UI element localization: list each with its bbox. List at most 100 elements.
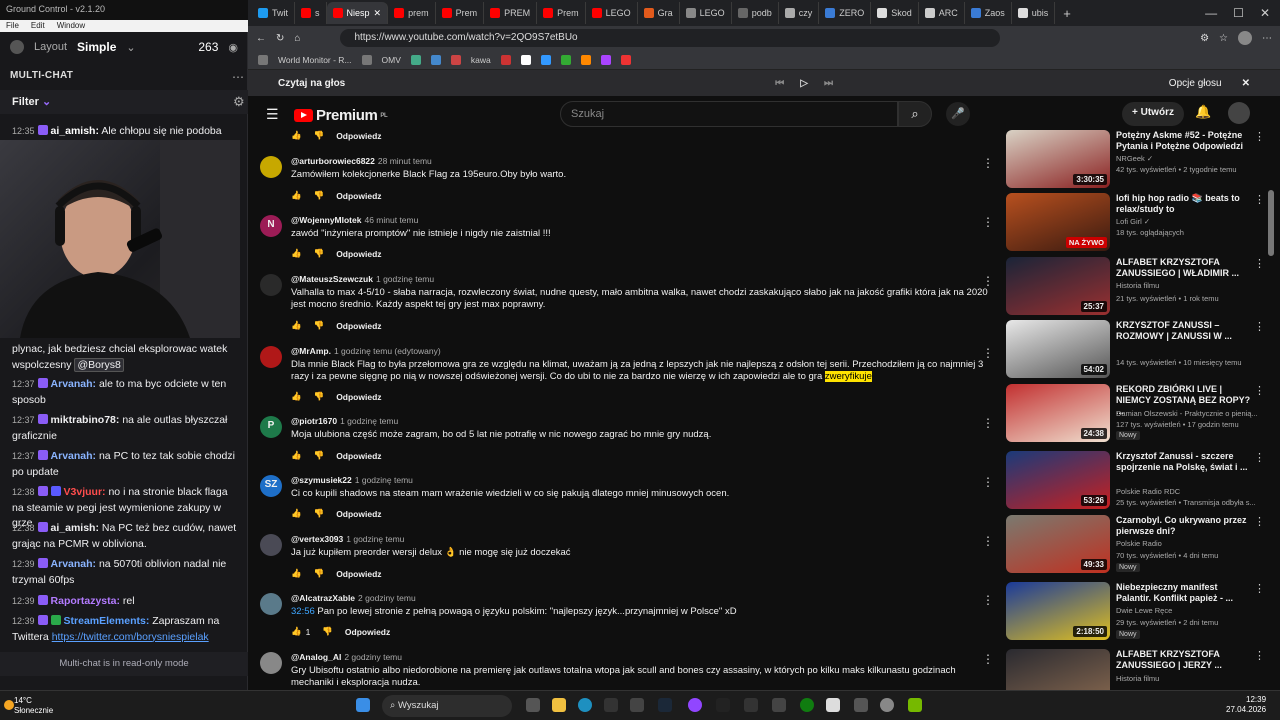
close-window-icon[interactable]: ✕ xyxy=(1260,6,1270,20)
reply-button[interactable]: Odpowiedz xyxy=(345,627,390,637)
close-icon[interactable]: ✕ xyxy=(1242,78,1250,89)
extensions-icon[interactable]: ⚙ xyxy=(1200,33,1209,44)
create-button[interactable]: + Utwórz xyxy=(1122,102,1184,126)
video-title[interactable]: Niebezpieczny manifest Palantir. Konflik… xyxy=(1116,582,1252,604)
video-thumbnail[interactable]: 2:18:50 xyxy=(1006,582,1110,640)
video-thumbnail[interactable]: 49:33 xyxy=(1006,515,1110,573)
related-video[interactable]: NA ŻYWO lofi hip hop radio 📚 beats to re… xyxy=(1006,193,1276,257)
tab[interactable]: prem xyxy=(388,2,436,24)
scrollbar[interactable] xyxy=(1268,190,1274,256)
avatar[interactable] xyxy=(260,534,282,556)
twitch-icon[interactable] xyxy=(688,698,702,712)
bookmark-icon[interactable] xyxy=(600,54,611,65)
dislike-icon[interactable]: 👎 xyxy=(314,508,325,519)
like-icon[interactable]: 👍 xyxy=(291,130,302,141)
bookmark-icon[interactable] xyxy=(540,54,551,65)
dislike-icon[interactable]: 👎 xyxy=(314,190,325,201)
tab[interactable]: Prem xyxy=(537,2,586,24)
tab[interactable]: podb xyxy=(732,2,779,24)
reload-icon[interactable]: ↻ xyxy=(276,33,284,44)
avatar[interactable] xyxy=(260,156,282,178)
comment-author[interactable]: @AlcatrazXable xyxy=(291,593,355,603)
bookmark-world-monitor[interactable]: World Monitor - R... xyxy=(278,55,352,65)
comment-author[interactable]: @Analog_AI xyxy=(291,652,341,662)
channel-name[interactable]: Damian Olszewski - Praktycznie o pienią.… xyxy=(1116,409,1258,418)
more-options-icon[interactable]: ⋯ xyxy=(232,70,244,84)
reply-button[interactable]: Odpowiedz xyxy=(336,191,381,201)
tab[interactable]: Twit xyxy=(252,2,296,24)
tab[interactable]: Skod xyxy=(871,2,919,24)
dislike-icon[interactable]: 👎 xyxy=(314,450,325,461)
video-title[interactable]: ALFABET KRZYSZTOFA ZANUSSIEGO | JERZY ..… xyxy=(1116,649,1252,671)
dislike-icon[interactable]: 👎 xyxy=(314,391,325,402)
related-video[interactable]: 54:02 KRZYSZTOF ZANUSSI – ROZMOWY | ZANU… xyxy=(1006,320,1276,384)
dislike-icon[interactable]: 👎 xyxy=(314,130,325,141)
comment-author[interactable]: @arturborowiec6822 xyxy=(291,156,375,166)
more-icon[interactable]: ⋮ xyxy=(982,475,994,489)
app-icon[interactable] xyxy=(854,698,868,712)
video-thumbnail[interactable]: 24:38 xyxy=(1006,384,1110,442)
avatar[interactable]: P xyxy=(260,416,282,438)
voice-options-button[interactable]: Opcje głosu xyxy=(1169,78,1222,89)
channel-name[interactable]: Polskie Radio RDC xyxy=(1116,487,1180,496)
channel-name[interactable]: Polskie Radio xyxy=(1116,539,1162,548)
bookmark-kawa[interactable]: kawa xyxy=(471,55,491,65)
dislike-icon[interactable]: 👎 xyxy=(322,626,333,637)
taskbar-search[interactable]: ⌕ Wyszukaj xyxy=(382,695,512,717)
mention-tag[interactable]: @Borys8 xyxy=(74,357,124,372)
more-icon[interactable]: ⋮ xyxy=(982,346,994,360)
related-video[interactable]: 2:18:50 Niebezpieczny manifest Palantir.… xyxy=(1006,582,1276,646)
minimize-icon[interactable]: — xyxy=(1205,6,1217,20)
avatar[interactable] xyxy=(1228,102,1250,124)
like-icon[interactable]: 👍 xyxy=(291,320,302,331)
prev-icon[interactable]: ⏮ xyxy=(775,78,784,89)
reply-button[interactable]: Odpowiedz xyxy=(336,249,381,259)
bookmark-icon[interactable] xyxy=(520,54,531,65)
more-icon[interactable]: ⋮ xyxy=(982,215,994,229)
like-icon[interactable]: 👍 xyxy=(291,626,302,637)
app-icon[interactable] xyxy=(880,698,894,712)
related-video[interactable]: 53:26 Krzysztof Zanussi - szczere spojrz… xyxy=(1006,451,1276,515)
tab[interactable]: ZERO xyxy=(819,2,872,24)
like-icon[interactable]: 👍 xyxy=(291,450,302,461)
weather-widget[interactable]: 14°C Słonecznie xyxy=(14,696,53,716)
search-input[interactable]: Szukaj xyxy=(560,101,898,127)
more-icon[interactable]: ⋮ xyxy=(1254,649,1265,662)
maps-icon[interactable] xyxy=(716,698,730,712)
mic-icon[interactable]: 🎤 xyxy=(946,102,970,126)
tab[interactable]: czy xyxy=(779,2,820,24)
related-video[interactable]: 24:38 REKORD ZBIÓRKI LIVE | NIEMCY ZOSTA… xyxy=(1006,384,1276,448)
menu-file[interactable]: File xyxy=(6,21,19,31)
app-icon[interactable] xyxy=(826,698,840,712)
more-icon[interactable]: ⋮ xyxy=(982,534,994,548)
search-icon[interactable]: ⌕ xyxy=(898,101,932,127)
bookmark-icon[interactable] xyxy=(560,54,571,65)
like-icon[interactable]: 👍 xyxy=(291,568,302,579)
comment-author[interactable]: @vertex3093 xyxy=(291,534,343,544)
channel-name[interactable]: Historia filmu xyxy=(1116,281,1159,290)
bookmark-icon[interactable] xyxy=(620,54,631,65)
like-icon[interactable]: 👍 xyxy=(291,391,302,402)
start-icon[interactable] xyxy=(356,698,370,712)
more-icon[interactable]: ⋮ xyxy=(1254,130,1265,143)
avatar[interactable] xyxy=(260,593,282,615)
more-icon[interactable]: ⋮ xyxy=(982,416,994,430)
dislike-icon[interactable]: 👎 xyxy=(314,568,325,579)
terminal-icon[interactable] xyxy=(744,698,758,712)
channel-name[interactable]: Historia filmu xyxy=(1116,674,1159,683)
comment-author[interactable]: @MrAmp. xyxy=(291,346,331,356)
reply-button[interactable]: Odpowiedz xyxy=(336,509,381,519)
url-field[interactable]: https://www.youtube.com/watch?v=2QO9S7et… xyxy=(340,29,1001,47)
comment-author[interactable]: @MateuszSzewczuk xyxy=(291,274,373,284)
video-thumbnail[interactable]: 3:30:35 xyxy=(1006,130,1110,188)
layout-select[interactable]: Simple xyxy=(77,40,116,54)
menu-icon[interactable]: ⋯ xyxy=(1262,33,1272,44)
timestamp-link[interactable]: 32:56 xyxy=(291,606,315,617)
comment-author[interactable]: @piotr1670 xyxy=(291,416,337,426)
hamburger-icon[interactable]: ☰ xyxy=(266,106,279,123)
comment-author[interactable]: @szymusiek22 xyxy=(291,475,352,485)
back-icon[interactable]: ← xyxy=(256,33,266,44)
twitter-link[interactable]: https://twitter.com/borysniespielak xyxy=(52,631,209,643)
dislike-icon[interactable]: 👎 xyxy=(314,248,325,259)
task-view-icon[interactable] xyxy=(526,698,540,712)
